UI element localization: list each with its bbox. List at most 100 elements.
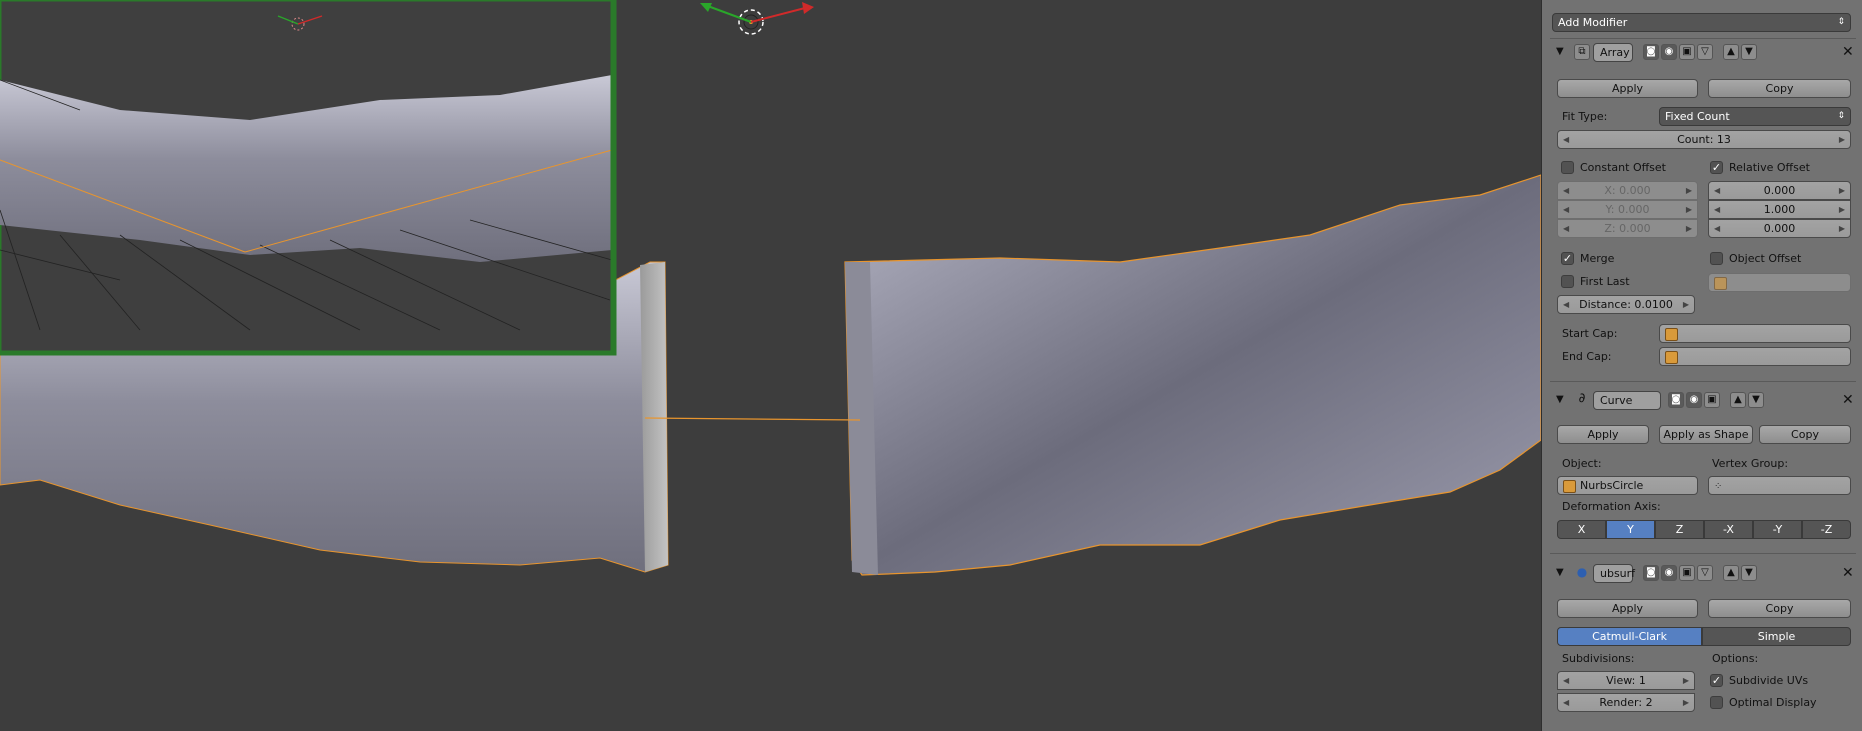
relative-offset-z-field[interactable]: ◀ 0.000 ▶ [1708, 219, 1851, 238]
separator [1550, 381, 1856, 382]
edit-mode-icon[interactable]: ▣ [1679, 565, 1695, 581]
fit-type-dropdown[interactable]: Fixed Count ⇕ [1659, 107, 1851, 126]
increment-arrow-icon: ▶ [1685, 205, 1692, 214]
close-icon[interactable]: ✕ [1842, 392, 1854, 408]
constant-offset-checkbox[interactable] [1561, 161, 1574, 174]
subsurf-apply-button[interactable]: Apply [1557, 599, 1698, 618]
array-name-field[interactable]: Array [1593, 43, 1633, 62]
decrement-arrow-icon[interactable]: ◀ [1563, 131, 1569, 148]
eye-icon[interactable]: ◉ [1661, 565, 1677, 581]
object-label: Object: [1562, 457, 1602, 470]
optimal-display-checkbox[interactable] [1710, 696, 1723, 709]
subsurf-name-field[interactable]: ubsurf [1593, 564, 1635, 583]
increment-arrow-icon[interactable]: ▶ [1839, 131, 1845, 148]
apply-as-shape-button[interactable]: Apply as Shape [1659, 425, 1753, 444]
increment-arrow-icon[interactable]: ▶ [1839, 201, 1845, 218]
merge-checkbox[interactable]: ✓ [1561, 252, 1574, 265]
3d-viewport[interactable] [0, 0, 1541, 731]
subsurf-copy-button[interactable]: Copy [1708, 599, 1851, 618]
arrow-up-icon[interactable]: ▲ [1730, 392, 1746, 408]
axis-neg-x-button[interactable]: -X [1704, 520, 1753, 539]
constant-offset-z-field[interactable]: ◀ Z: 0.000 ▶ [1557, 219, 1698, 238]
camera-icon[interactable]: ◙ [1643, 565, 1659, 581]
increment-arrow-icon[interactable]: ▶ [1683, 672, 1689, 689]
axis-z-button[interactable]: Z [1655, 520, 1704, 539]
constant-offset-x-field[interactable]: ◀ X: 0.000 ▶ [1557, 181, 1698, 200]
decrement-arrow-icon[interactable]: ◀ [1563, 672, 1569, 689]
collapse-triangle-icon[interactable]: ▼ [1556, 46, 1564, 57]
distance-value: Distance: 0.0100 [1579, 298, 1673, 311]
eye-icon[interactable]: ◉ [1686, 392, 1702, 408]
decrement-arrow-icon[interactable]: ◀ [1563, 694, 1569, 711]
relative-offset-x-field[interactable]: ◀ 0.000 ▶ [1708, 181, 1851, 200]
increment-arrow-icon[interactable]: ▶ [1683, 296, 1689, 313]
array-apply-button[interactable]: Apply [1557, 79, 1698, 98]
curve-apply-button[interactable]: Apply [1557, 425, 1649, 444]
decrement-arrow-icon: ◀ [1563, 186, 1570, 195]
view-levels-field[interactable]: ◀ View: 1 ▶ [1557, 671, 1695, 690]
collapse-triangle-icon[interactable]: ▼ [1556, 567, 1564, 578]
constant-offset-y-field[interactable]: ◀ Y: 0.000 ▶ [1557, 200, 1698, 219]
axis-y-button[interactable]: Y [1606, 520, 1655, 539]
decrement-arrow-icon[interactable]: ◀ [1714, 220, 1720, 237]
offset-object-field[interactable] [1708, 273, 1851, 292]
start-cap-label: Start Cap: [1562, 327, 1618, 340]
optimal-display-label: Optimal Display [1729, 696, 1817, 709]
dropdown-arrows-icon: ⇕ [1837, 17, 1845, 27]
relative-offset-y-field[interactable]: ◀ 1.000 ▶ [1708, 200, 1851, 219]
count-field[interactable]: ◀ Count: 13 ▶ [1557, 130, 1851, 149]
subdivisions-label: Subdivisions: [1562, 652, 1635, 665]
dropdown-arrows-icon: ⇕ [1837, 111, 1845, 121]
increment-arrow-icon[interactable]: ▶ [1839, 182, 1845, 199]
end-cap-field[interactable] [1659, 347, 1851, 366]
increment-arrow-icon[interactable]: ▶ [1683, 694, 1689, 711]
modifier-properties-panel: Add Modifier ⇕ ▼ ⧉ Array ◙ ◉ ▣ ▽ ▲ ▼ ✕ A… [1541, 0, 1862, 731]
add-modifier-dropdown[interactable]: Add Modifier ⇕ [1552, 13, 1851, 32]
arrow-up-icon[interactable]: ▲ [1723, 565, 1739, 581]
arrow-down-icon[interactable]: ▼ [1748, 392, 1764, 408]
edit-mode-icon[interactable]: ▣ [1679, 44, 1695, 60]
catmull-clark-button[interactable]: Catmull-Clark [1557, 627, 1702, 646]
subsurf-modifier-header: ▼ ● ubsurf ◙ ◉ ▣ ▽ ▲ ▼ ✕ [1550, 563, 1856, 589]
cage-icon[interactable]: ▽ [1697, 44, 1713, 60]
arrow-up-icon[interactable]: ▲ [1723, 44, 1739, 60]
merge-distance-field[interactable]: ◀ Distance: 0.0100 ▶ [1557, 295, 1695, 314]
decrement-arrow-icon[interactable]: ◀ [1714, 201, 1720, 218]
collapse-triangle-icon[interactable]: ▼ [1556, 394, 1564, 405]
object-offset-checkbox[interactable] [1710, 252, 1723, 265]
curve-object-field[interactable]: NurbsCircle [1557, 476, 1698, 495]
arrow-down-icon[interactable]: ▼ [1741, 565, 1757, 581]
axis-x-button[interactable]: X [1557, 520, 1606, 539]
view-levels-value: View: 1 [1606, 674, 1646, 687]
eye-icon[interactable]: ◉ [1661, 44, 1677, 60]
render-levels-field[interactable]: ◀ Render: 2 ▶ [1557, 693, 1695, 712]
array-copy-button[interactable]: Copy [1708, 79, 1851, 98]
axis-neg-y-button[interactable]: -Y [1753, 520, 1802, 539]
subdivide-uvs-checkbox[interactable]: ✓ [1710, 674, 1723, 687]
cage-icon[interactable]: ▽ [1697, 565, 1713, 581]
arrow-down-icon[interactable]: ▼ [1741, 44, 1757, 60]
decrement-arrow-icon: ◀ [1563, 205, 1570, 214]
decrement-arrow-icon[interactable]: ◀ [1714, 182, 1720, 199]
increment-arrow-icon[interactable]: ▶ [1839, 220, 1845, 237]
camera-icon[interactable]: ◙ [1643, 44, 1659, 60]
camera-icon[interactable]: ◙ [1668, 392, 1684, 408]
fit-type-value: Fixed Count [1665, 110, 1730, 123]
end-cap-label: End Cap: [1562, 350, 1612, 363]
constant-offset-label: Constant Offset [1580, 161, 1666, 174]
axis-neg-z-button[interactable]: -Z [1802, 520, 1851, 539]
start-cap-field[interactable] [1659, 324, 1851, 343]
close-icon[interactable]: ✕ [1842, 44, 1854, 60]
edit-mode-icon[interactable]: ▣ [1704, 392, 1720, 408]
simple-button[interactable]: Simple [1702, 627, 1851, 646]
increment-arrow-icon: ▶ [1685, 186, 1692, 195]
deformation-axis-label: Deformation Axis: [1562, 500, 1661, 513]
curve-copy-button[interactable]: Copy [1759, 425, 1851, 444]
first-last-checkbox[interactable] [1561, 275, 1574, 288]
relative-offset-checkbox[interactable]: ✓ [1710, 161, 1723, 174]
decrement-arrow-icon[interactable]: ◀ [1563, 296, 1569, 313]
curve-name-field[interactable]: Curve [1593, 391, 1661, 410]
camera-preview-inset [0, 0, 617, 356]
vertex-group-field[interactable]: ⁘ [1708, 476, 1851, 495]
close-icon[interactable]: ✕ [1842, 565, 1854, 581]
